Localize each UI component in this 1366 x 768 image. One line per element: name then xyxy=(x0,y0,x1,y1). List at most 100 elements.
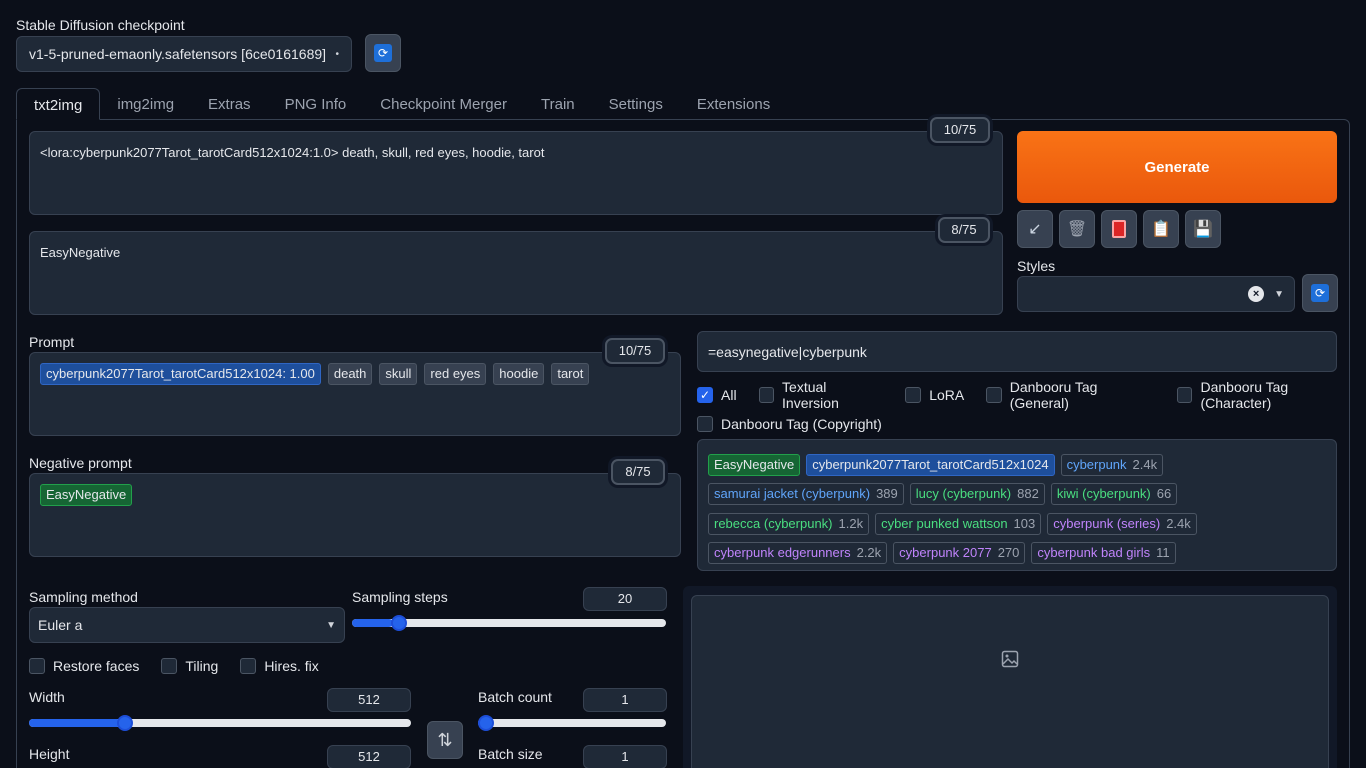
slider-fill xyxy=(352,619,393,627)
clear-prompt-button[interactable]: 🗑 xyxy=(1059,210,1095,248)
tag-search-input[interactable]: =easynegative|cyberpunk xyxy=(697,331,1337,372)
prompt-chip[interactable]: EasyNegative xyxy=(40,484,133,506)
tag-result[interactable]: EasyNegative xyxy=(708,453,801,476)
filter-danbooru-tag-character-[interactable]: Danbooru Tag (Character) xyxy=(1176,379,1357,411)
prompt-textarea[interactable]: <lora:cyberpunk2077Tarot_tarotCard512x10… xyxy=(29,131,1003,215)
width-input[interactable]: 512 xyxy=(327,688,411,712)
prompt-chip[interactable]: death xyxy=(327,363,373,385)
prompt-chip[interactable]: hoodie xyxy=(493,363,545,385)
slider-thumb[interactable] xyxy=(390,615,407,631)
filter-all[interactable]: ✓ All xyxy=(697,386,737,403)
tab-checkpoint-merger[interactable]: Checkpoint Merger xyxy=(363,88,524,120)
checkpoint-refresh-button[interactable]: ⟳ xyxy=(365,34,401,72)
arrow-diagonal-icon: ↙ xyxy=(1028,221,1042,238)
tag-result[interactable]: rebecca (cyberpunk) 1.2k xyxy=(708,512,870,535)
tag-result[interactable]: cyberpunk edgerunners 2.2k xyxy=(708,542,888,565)
styles-refresh-button[interactable]: ⟳ xyxy=(1302,274,1338,312)
option-restore-faces[interactable]: Restore faces xyxy=(29,658,139,674)
generation-options: Restore faces Tiling Hires. fix xyxy=(29,658,319,674)
width-slider[interactable] xyxy=(29,714,411,732)
batch-count-input[interactable]: 1 xyxy=(583,688,667,712)
prompt-tags-box[interactable]: cyberpunk2077Tarot_tarotCard512x1024: 1.… xyxy=(29,352,681,436)
checkbox[interactable] xyxy=(29,658,45,674)
checkbox[interactable] xyxy=(905,386,922,403)
read-params-button[interactable]: ↙ xyxy=(1017,210,1053,248)
tag-result[interactable]: cyberpunk 2.4k xyxy=(1060,453,1164,476)
filter-danbooru-tag-general-[interactable]: Danbooru Tag (General) xyxy=(986,379,1155,411)
slider-track[interactable] xyxy=(29,719,411,727)
tag-search-value: =easynegative|cyberpunk xyxy=(708,343,867,360)
height-input[interactable]: 512 xyxy=(327,745,411,768)
clear-icon[interactable]: × xyxy=(1248,286,1265,302)
tag-result-row: cyberpunk edgerunners 2.2k cyberpunk 2077 2… xyxy=(708,539,1326,569)
sampling-steps-slider[interactable] xyxy=(352,614,666,632)
slider-thumb[interactable] xyxy=(116,715,133,731)
filter-danbooru-tag-copyright-[interactable]: Danbooru Tag (Copyright) xyxy=(697,415,882,432)
tab-train[interactable]: Train xyxy=(524,88,592,120)
tag-result-name: cyberpunk 2077 xyxy=(899,545,992,561)
tag-result-count: 2.4k xyxy=(1166,515,1191,531)
tab-extras[interactable]: Extras xyxy=(191,88,268,120)
negative-prompt-textarea[interactable]: EasyNegative xyxy=(29,231,1003,315)
tag-result-count: 103 xyxy=(1013,515,1036,531)
save-style-button[interactable]: 💾 xyxy=(1185,210,1221,248)
swap-dimensions-button[interactable]: ⇅ xyxy=(427,721,463,759)
tab-img2img[interactable]: img2img xyxy=(100,88,191,120)
prompt-tags-counter: 10/75 xyxy=(605,338,665,364)
tag-result[interactable]: cyberpunk (series) 2.4k xyxy=(1047,512,1197,535)
slider-track[interactable] xyxy=(478,719,666,727)
tag-filters: ✓ All Textual Inversion LoRA Danbooru Tag (G… xyxy=(697,378,1357,438)
slider-thumb[interactable] xyxy=(478,715,494,731)
tag-result-name: EasyNegative xyxy=(714,456,795,472)
filter-lora[interactable]: LoRA xyxy=(905,386,965,403)
negative-token-counter: 8/75 xyxy=(938,217,990,243)
prompt-chip[interactable]: red eyes xyxy=(424,363,487,385)
tab-txt2img[interactable]: txt2img xyxy=(16,88,101,120)
negative-tags-box[interactable]: EasyNegative xyxy=(29,473,681,557)
tag-result[interactable]: cyberpunk 2077 270 xyxy=(893,542,1026,565)
checkpoint-dropdown[interactable]: v1-5-pruned-emaonly.safetensors [6ce0161… xyxy=(16,36,352,72)
checkbox[interactable] xyxy=(986,386,1002,403)
prompt-chip[interactable]: cyberpunk2077Tarot_tarotCard512x1024: 1.… xyxy=(40,363,321,385)
apply-style-button[interactable]: 📋 xyxy=(1143,210,1179,248)
tab-png-info[interactable]: PNG Info xyxy=(268,88,364,120)
checkbox[interactable] xyxy=(161,658,178,674)
output-gallery[interactable] xyxy=(691,595,1329,768)
checkbox[interactable] xyxy=(1176,386,1193,403)
filter-textual-inversion[interactable]: Textual Inversion xyxy=(758,378,884,411)
option-hires-fix[interactable]: Hires. fix xyxy=(240,658,319,674)
sampling-method-dropdown[interactable]: Euler a ▼ xyxy=(29,607,345,643)
tag-result-name: cyberpunk bad girls xyxy=(1037,545,1151,561)
styles-dropdown[interactable]: × ▼ xyxy=(1017,276,1295,312)
negative-prompt-text: EasyNegative xyxy=(40,245,121,260)
extra-networks-button[interactable] xyxy=(1101,210,1137,248)
tag-result[interactable]: cyberpunk2077Tarot_tarotCard512x1024 xyxy=(806,453,1055,476)
chevron-down-icon: ▼ xyxy=(326,619,336,631)
tag-result[interactable]: samurai jacket (cyberpunk) 389 xyxy=(708,483,904,506)
tag-result[interactable]: cyberpunk bad girls 11 xyxy=(1031,542,1176,565)
filter-label: Textual Inversion xyxy=(782,378,839,411)
tag-result-row: EasyNegative cyberpunk2077Tarot_tarotCard… xyxy=(708,450,1326,480)
filter-row: ✓ All Textual Inversion LoRA Danbooru Tag (G… xyxy=(697,378,1357,411)
generate-button[interactable]: Generate xyxy=(1017,131,1337,203)
prompt-chip[interactable]: skull xyxy=(379,363,418,385)
batch-count-slider[interactable] xyxy=(478,714,666,732)
tab-extensions[interactable]: Extensions xyxy=(680,88,787,120)
filter-label: LoRA xyxy=(929,386,965,403)
batch-size-input[interactable]: 1 xyxy=(583,745,667,768)
tag-result[interactable]: kiwi (cyberpunk) 66 xyxy=(1050,483,1178,506)
checkbox[interactable]: ✓ xyxy=(697,386,713,403)
checkbox[interactable] xyxy=(758,386,775,403)
chevron-down-icon: ▼ xyxy=(1274,288,1284,300)
option-tiling[interactable]: Tiling xyxy=(161,658,218,674)
tag-result[interactable]: cyber punked wattson 103 xyxy=(875,512,1042,535)
sampling-steps-input[interactable]: 20 xyxy=(583,587,667,611)
styles-label: Styles xyxy=(1017,258,1056,274)
tab-settings[interactable]: Settings xyxy=(592,88,680,120)
prompt-chip[interactable]: tarot xyxy=(551,363,590,385)
sampling-method-label: Sampling method xyxy=(29,589,138,605)
checkbox[interactable] xyxy=(697,415,713,432)
checkbox[interactable] xyxy=(240,658,257,674)
prompt-chips: cyberpunk2077Tarot_tarotCard512x1024: 1.… xyxy=(40,363,670,385)
tag-result[interactable]: lucy (cyberpunk) 882 xyxy=(909,483,1045,506)
